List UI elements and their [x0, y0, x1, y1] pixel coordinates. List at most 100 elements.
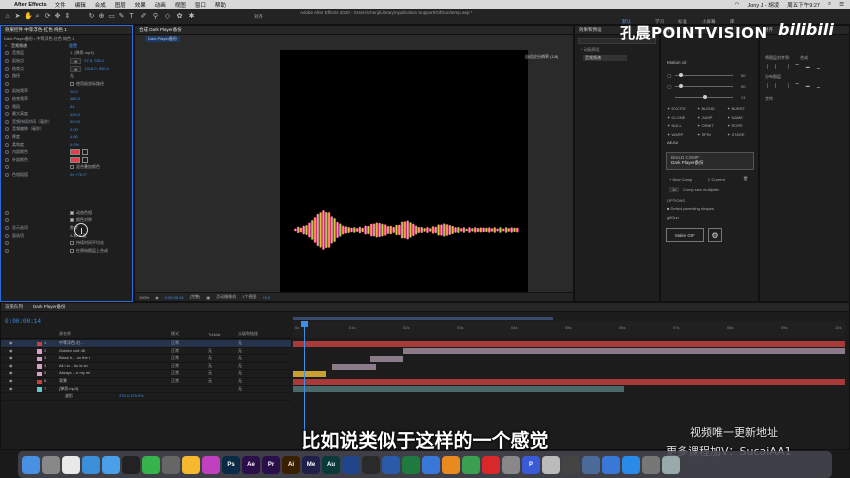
ease-slider-3-value[interactable]: 74 — [741, 95, 745, 100]
dock-music-icon[interactable] — [562, 455, 580, 474]
layer-trkmat-dropdown[interactable]: 无 — [208, 370, 212, 376]
effect-point-value[interactable]: 1016.0, 530.0 — [84, 66, 108, 71]
effect-numeric-value[interactable]: 0x +75.0° — [70, 172, 87, 177]
layer-mode-dropdown[interactable]: 正常 — [171, 355, 179, 361]
visibility-eye-icon[interactable]: ◉ — [9, 386, 13, 391]
effect-numeric-value[interactable]: 0.0% — [70, 142, 79, 147]
point-picker-icon[interactable]: ⊕ — [70, 65, 82, 72]
parent-header[interactable]: 父级和链接 — [238, 331, 258, 337]
effects-presets-tab[interactable]: 效果和预设 — [579, 27, 602, 33]
selection-tool-icon[interactable]: ➤ — [14, 13, 21, 20]
dock-c4d-icon[interactable] — [342, 455, 360, 474]
camera-icon[interactable]: ◉ — [155, 295, 159, 300]
menu-help[interactable]: 帮助 — [215, 1, 226, 9]
menu-view[interactable]: 视图 — [175, 1, 186, 9]
zoom-tool-icon[interactable]: ⌕ — [34, 13, 41, 20]
dock-keynote-icon[interactable] — [422, 455, 440, 474]
layer-label-color[interactable] — [37, 356, 42, 362]
dock-safari-icon[interactable] — [102, 455, 120, 474]
character-panel-label[interactable]: 字符 — [765, 96, 773, 102]
stopwatch-icon[interactable] — [5, 51, 9, 56]
home-icon[interactable]: ⌂ — [4, 13, 11, 20]
dock-premiere-icon[interactable]: Pr — [262, 455, 280, 474]
ease-slider-1-value[interactable]: 50 — [741, 73, 745, 78]
dock-audition-icon[interactable]: Au — [322, 455, 340, 474]
dock-screenshots-icon[interactable] — [602, 455, 620, 474]
motion-orbit-button[interactable]: ✦ ORBIT — [697, 123, 714, 128]
layer-label-color[interactable] — [37, 371, 42, 377]
stopwatch-icon[interactable] — [5, 248, 9, 253]
layer-parent-dropdown[interactable]: 无 — [238, 378, 242, 384]
dock-finder-icon[interactable] — [22, 455, 40, 474]
ease-slider-2-value[interactable]: 50 — [741, 84, 745, 89]
stopwatch-icon[interactable] — [5, 241, 9, 246]
stopwatch-icon[interactable] — [5, 74, 9, 79]
dock-media-encoder-icon[interactable]: Me — [302, 455, 320, 474]
trash-icon[interactable]: 🗑 — [743, 176, 748, 181]
hand-tool-icon[interactable]: ✋ — [24, 13, 33, 20]
effect-checkbox[interactable] — [70, 241, 74, 246]
effect-checkbox[interactable] — [70, 165, 74, 170]
visibility-eye-icon[interactable]: ◉ — [9, 370, 13, 375]
motion-name-button[interactable]: ✦ NAME — [727, 115, 743, 120]
layer-label-color[interactable] — [37, 349, 42, 354]
ease-slider-1-handle[interactable] — [679, 73, 683, 77]
motion-null-button[interactable]: ✦ NULL — [667, 123, 682, 128]
stopwatch-icon[interactable] — [5, 89, 9, 94]
motion-blend-button[interactable]: ✦ BLEND — [697, 106, 715, 111]
layer-name[interactable]: Golden cott 48 — [59, 348, 107, 353]
dock-picsart-icon[interactable] — [202, 455, 220, 474]
clock[interactable]: 周五下午9:27 — [787, 1, 820, 9]
dock-netease-music-icon[interactable] — [482, 455, 500, 474]
active-camera-dropdown[interactable]: 活动摄像机 — [216, 294, 236, 300]
layer-parent-dropdown[interactable]: 无 — [238, 363, 242, 369]
layer-parent-dropdown[interactable]: 无 — [238, 340, 242, 346]
stopwatch-icon[interactable] — [5, 58, 9, 63]
exposure-value[interactable]: +0.0 — [262, 295, 270, 300]
timeline-layer-row[interactable]: ◉ 7 [弹男.mp3] 无 — [1, 386, 291, 394]
align-buttons-row[interactable]: ▕ ▏ ▕ ▔ ▬ ▁ — [765, 64, 823, 69]
effect-numeric-value[interactable]: 0.00 — [70, 127, 78, 132]
time-ruler[interactable]: 0s 01s 02s 03s 04s 05s 06s 07s 08s 09s 10s — [293, 321, 845, 337]
effect-checkbox[interactable] — [70, 218, 74, 223]
layer-mode-dropdown[interactable]: 正常 — [171, 363, 179, 369]
align-target-dropdown[interactable]: 合成 — [800, 55, 808, 61]
layer-duration-bar[interactable] — [370, 356, 404, 362]
effect-name[interactable]: 音频频谱 — [11, 43, 69, 49]
stopwatch-icon[interactable] — [5, 142, 9, 147]
dock-launchpad-icon[interactable] — [42, 455, 60, 474]
dock-sketch-icon[interactable] — [182, 455, 200, 474]
layer-mode-dropdown[interactable]: 正常 — [171, 340, 179, 346]
timeline-layer-row[interactable]: ◉ 1 中等浮色-红... 正常 无 — [1, 340, 291, 348]
eraser-tool-icon[interactable]: ◇ — [164, 13, 171, 20]
menu-layer[interactable]: 图层 — [115, 1, 126, 9]
visibility-eye-icon[interactable]: ◉ — [9, 378, 13, 383]
presets-tree-root[interactable]: * 动画预设 — [575, 47, 659, 53]
color-swatch[interactable] — [70, 156, 80, 163]
dock-vpn-icon[interactable] — [542, 455, 560, 474]
dock-app-store-icon[interactable] — [622, 455, 640, 474]
dock-maps-icon[interactable] — [82, 455, 100, 474]
layer-duration-bar[interactable] — [331, 363, 376, 370]
dock-photoshop-icon[interactable]: Ps — [222, 455, 240, 474]
layer-mode-dropdown[interactable]: 正常 — [171, 378, 179, 384]
layer-mode-dropdown[interactable]: 正常 — [171, 348, 179, 354]
detect-parenting-checkbox[interactable]: ■ Detect parenting shapes — [667, 206, 714, 211]
eyedropper-icon[interactable] — [82, 156, 88, 163]
pan-tool-icon[interactable]: ✥ — [54, 13, 61, 20]
layer-duration-bar[interactable] — [293, 378, 845, 385]
layer-trkmat-dropdown[interactable]: 无 — [208, 363, 212, 369]
effect-numeric-value[interactable]: 64 — [70, 104, 74, 109]
stopwatch-icon[interactable] — [5, 157, 9, 162]
current-button[interactable]: ⇩ Current — [707, 177, 725, 182]
timeline-timecode[interactable]: 0:00:00:14 — [5, 318, 41, 325]
layer-duration-bar[interactable] — [403, 348, 845, 355]
dock-notes-icon[interactable] — [162, 455, 180, 474]
stopwatch-icon[interactable] — [5, 127, 9, 132]
control-center-icon[interactable]: ☰ — [839, 2, 844, 8]
stopwatch-icon[interactable] — [5, 226, 9, 231]
point-picker-icon[interactable]: ⊕ — [70, 57, 82, 64]
menu-effect[interactable]: 效果 — [135, 1, 146, 9]
timeline-layer-row[interactable]: ◉ 2 Golden cott 48 正常 无 无 — [1, 348, 291, 356]
build-comp-box[interactable]: BUILD COMP Dark Player备份 — [666, 152, 754, 170]
